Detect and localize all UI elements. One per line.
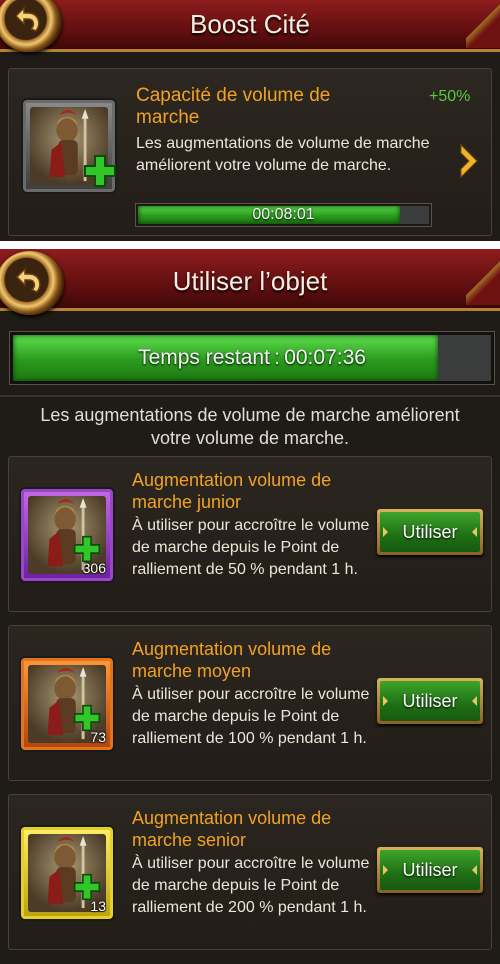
use-item-panel: Utiliser l’objet Temps restant : 00:07:3… — [0, 249, 500, 964]
item-title: Augmentation volume de marche senior — [132, 808, 332, 850]
boost-percent: +50% — [429, 88, 471, 105]
plus-icon — [73, 535, 101, 563]
info-text: Les augmentations de volume de marche am… — [40, 405, 460, 448]
item-count: 306 — [82, 560, 106, 576]
item-icon-frame: 13 — [19, 825, 115, 921]
use-button-label: Utiliser — [380, 850, 480, 890]
header-ornament — [466, 257, 500, 305]
divider — [0, 395, 500, 397]
list-item: 13 Augmentation volume de marche senior … — [8, 794, 492, 950]
boost-description: Les augmentations de volume de marche am… — [136, 135, 430, 174]
header-bar: Utiliser l’objet — [0, 249, 500, 311]
boost-card[interactable]: Capacité de volume de marche +50% Les au… — [8, 68, 492, 236]
list-item: 306 Augmentation volume de marche junior… — [8, 456, 492, 612]
boost-timer-bar: 00:08:01 — [136, 204, 431, 226]
plus-icon — [73, 704, 101, 732]
item-icon-frame: 73 — [19, 656, 115, 752]
boost-timer-label: 00:08:01 — [252, 206, 315, 223]
page-title: Boost Cité — [190, 9, 310, 39]
item-count: 73 — [90, 729, 106, 745]
header-ornament — [466, 0, 500, 48]
item-description: À utiliser pour accroître le volume de m… — [132, 686, 370, 747]
plus-icon — [84, 155, 116, 187]
use-button[interactable]: Utiliser — [377, 847, 483, 893]
list-item: 73 Augmentation volume de marche moyen À… — [8, 625, 492, 781]
item-description: À utiliser pour accroître le volume de m… — [132, 855, 370, 916]
back-arrow-icon — [14, 6, 40, 32]
remaining-time-bar: Temps restant : 00:07:36 — [10, 332, 494, 384]
use-button[interactable]: Utiliser — [377, 678, 483, 724]
item-icon-frame: 306 — [19, 487, 115, 583]
chevron-right-icon[interactable] — [458, 143, 480, 179]
boost-icon-frame — [21, 98, 117, 194]
header-bar: Boost Cité — [0, 0, 500, 52]
item-description: À utiliser pour accroître le volume de m… — [132, 517, 370, 578]
plus-icon — [73, 873, 101, 901]
page-title: Utiliser l’objet — [172, 266, 328, 296]
back-arrow-icon — [15, 267, 41, 293]
item-title: Augmentation volume de marche moyen — [132, 639, 332, 681]
use-button-label: Utiliser — [380, 681, 480, 721]
boost-title: Capacité de volume de marche — [136, 85, 331, 128]
use-button-label: Utiliser — [380, 512, 480, 552]
boost-panel: Boost Cité Capacité de volume de marche … — [0, 0, 500, 241]
item-count: 13 — [90, 898, 106, 914]
item-title: Augmentation volume de marche junior — [132, 470, 332, 512]
remaining-time-label: Temps restant : 00:07:36 — [138, 346, 366, 369]
use-button[interactable]: Utiliser — [377, 509, 483, 555]
